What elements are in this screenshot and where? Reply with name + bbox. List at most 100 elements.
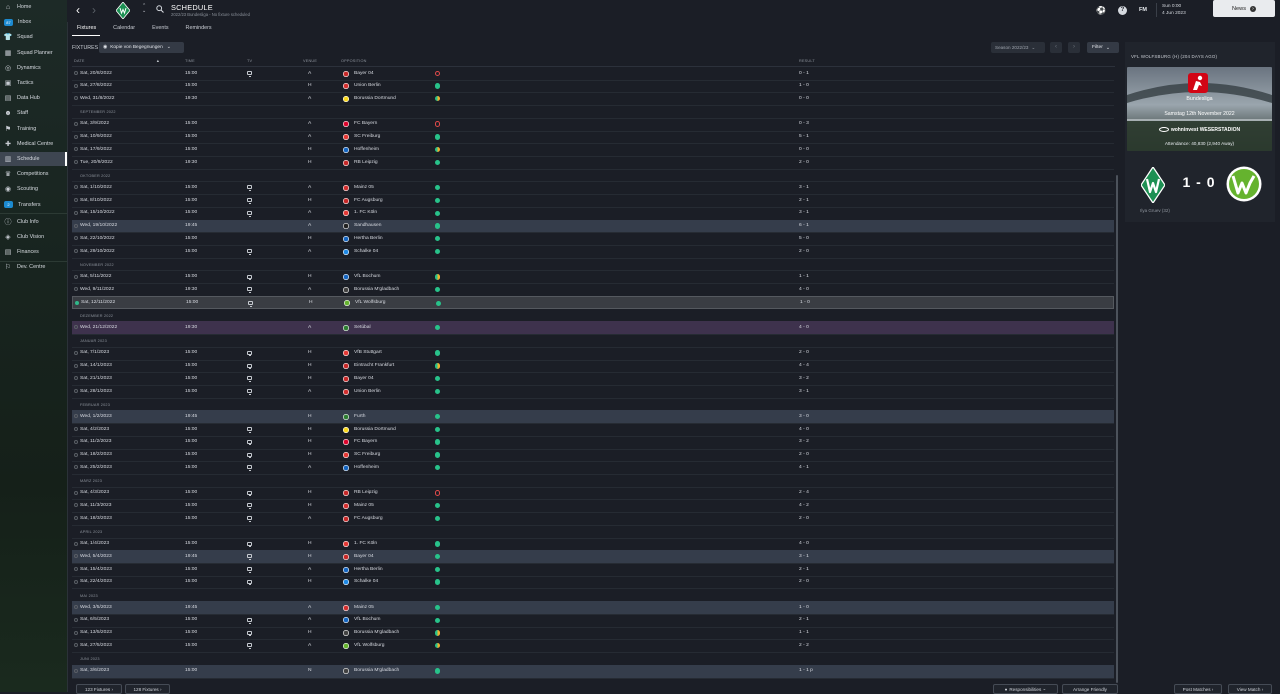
help-icon[interactable]: ? bbox=[1118, 6, 1127, 15]
fixture-opposition[interactable]: Eintracht Frankfurt bbox=[354, 363, 394, 368]
filter-button[interactable]: Filter ⌄ bbox=[1087, 42, 1119, 53]
fixture-row[interactable]: Sat, 4/3/2023 15:00 H RB Leipzig 2 - 4 bbox=[72, 487, 1114, 501]
sidebar-item-transfers[interactable]: 2 Transfers bbox=[0, 198, 67, 212]
view-dropdown[interactable]: ◉ Kopie von Begegnungen ⌄ bbox=[99, 42, 184, 53]
fixture-row[interactable]: Sat, 12/11/2022 15:00 H VfL Wolfsburg 1 - 0 bbox=[72, 295, 1114, 309]
forward-arrow-icon[interactable]: › bbox=[88, 3, 100, 17]
fixture-opposition[interactable]: Bayer 04 bbox=[354, 376, 374, 381]
responsibilities-button[interactable]: ● Responsibilities ⌄ bbox=[993, 684, 1058, 694]
fixture-opposition[interactable]: Borussia M'gladbach bbox=[354, 287, 399, 292]
fixture-opposition[interactable]: Mainz 05 bbox=[354, 605, 374, 610]
fixture-opposition[interactable]: RB Leipzig bbox=[354, 160, 378, 165]
fixture-opposition[interactable]: Hoffenheim bbox=[354, 147, 379, 152]
row-select-radio[interactable] bbox=[74, 210, 78, 215]
wolfsburg-crest-icon[interactable] bbox=[1226, 166, 1262, 202]
row-select-radio[interactable] bbox=[74, 249, 78, 254]
row-select-radio[interactable] bbox=[74, 541, 78, 546]
row-select-radio[interactable] bbox=[74, 579, 78, 584]
fixture-row[interactable]: Sat, 14/1/2023 15:00 H Eintracht Frankfurt 4… bbox=[72, 360, 1114, 374]
row-select-radio[interactable] bbox=[74, 452, 78, 457]
row-select-radio[interactable] bbox=[74, 414, 78, 419]
row-select-radio[interactable] bbox=[74, 465, 78, 470]
fixture-opposition[interactable]: VfB Stuttgart bbox=[354, 350, 382, 355]
fixture-opposition[interactable]: SC Freiburg bbox=[354, 452, 380, 457]
fixture-opposition[interactable]: Furth bbox=[354, 414, 365, 419]
news-button[interactable]: News › bbox=[1213, 0, 1275, 17]
col-time[interactable]: Time bbox=[185, 59, 195, 63]
fixture-row[interactable]: Sat, 25/2/2023 15:00 A Hoffenheim 4 - 1 bbox=[72, 461, 1114, 475]
fixture-row[interactable]: Sat, 1/4/2023 15:00 H 1. FC Köln 4 - 0 bbox=[72, 538, 1114, 552]
row-select-radio[interactable] bbox=[74, 439, 78, 444]
fixture-opposition[interactable]: FC Augsburg bbox=[354, 198, 383, 203]
row-select-radio[interactable] bbox=[74, 185, 78, 190]
fixture-row[interactable]: Wed, 9/11/2022 19:30 A Borussia M'gladbach 4… bbox=[72, 283, 1114, 297]
row-select-radio[interactable] bbox=[74, 71, 78, 75]
fixture-opposition[interactable]: 1. FC Köln bbox=[354, 210, 377, 215]
fixture-opposition[interactable]: SC Freiburg bbox=[354, 134, 380, 139]
fixture-row[interactable]: Sat, 5/11/2022 15:00 H VfL Bochum 1 - 1 bbox=[72, 271, 1114, 285]
row-select-radio[interactable] bbox=[74, 350, 78, 355]
fixture-opposition[interactable]: Borussia M'gladbach bbox=[354, 630, 399, 635]
fixture-opposition[interactable]: Sandhausen bbox=[354, 223, 381, 228]
tab-reminders[interactable]: Reminders bbox=[181, 24, 216, 36]
post-match-button[interactable]: Post Matches › bbox=[1174, 684, 1222, 694]
row-select-radio[interactable] bbox=[74, 554, 78, 559]
tab-calendar[interactable]: Calendar bbox=[108, 24, 139, 36]
fixture-row[interactable]: Sat, 28/1/2023 15:00 A Union Berlin 3 - 1 bbox=[72, 385, 1114, 399]
col-date[interactable]: Date bbox=[74, 59, 85, 63]
fixture-row[interactable]: Sat, 3/6/2023 15:00 N Borussia M'gladbach 1 … bbox=[72, 664, 1114, 679]
fixture-opposition[interactable]: FC Bayern bbox=[354, 121, 377, 126]
sidebar-item-finances[interactable]: ▤ Finances bbox=[0, 245, 67, 259]
col-venue[interactable]: Venue bbox=[303, 59, 317, 63]
row-select-radio[interactable] bbox=[74, 147, 78, 152]
fixture-row[interactable]: Sat, 8/10/2022 15:00 H FC Augsburg 2 - 1 bbox=[72, 194, 1114, 208]
fixture-opposition[interactable]: Union Berlin bbox=[354, 83, 381, 88]
row-select-radio[interactable] bbox=[74, 567, 78, 572]
club-crest-icon[interactable] bbox=[116, 2, 130, 19]
fixture-row[interactable]: Tue, 20/9/2022 19:30 H RB Leipzig 2 - 0 bbox=[72, 156, 1114, 170]
sidebar-item-data-hub[interactable]: ▤ Data Hub bbox=[0, 91, 67, 105]
werder-bremen-crest-icon[interactable] bbox=[1141, 167, 1165, 203]
next-fixtures-button[interactable]: 128 Fixtures › bbox=[125, 684, 170, 694]
row-select-radio[interactable] bbox=[75, 300, 79, 305]
row-select-radio[interactable] bbox=[74, 516, 78, 521]
fixture-row[interactable]: Wed, 31/8/2022 19:30 A Borussia Dortmund 0 -… bbox=[72, 92, 1114, 107]
tab-events[interactable]: Events bbox=[147, 24, 172, 36]
fixture-opposition[interactable]: VfL Bochum bbox=[354, 274, 380, 279]
fixture-opposition[interactable]: Hertha Berlin bbox=[354, 236, 383, 241]
sidebar-item-squad-planner[interactable]: ▦ Squad Planner bbox=[0, 46, 67, 60]
fixture-row[interactable]: Sat, 1/10/2022 15:00 A Mainz 05 3 - 1 bbox=[72, 181, 1114, 196]
sidebar-item-club-info[interactable]: ⓘ Club Info bbox=[0, 215, 67, 229]
fixture-opposition[interactable]: Hertha Berlin bbox=[354, 567, 383, 572]
sidebar-item-dynamics[interactable]: ◎ Dynamics bbox=[0, 61, 67, 75]
fixture-opposition[interactable]: Setúbal bbox=[354, 325, 371, 330]
fixture-opposition[interactable]: Schalke 04 bbox=[354, 249, 378, 254]
fixture-opposition[interactable]: FC Augsburg bbox=[354, 516, 383, 521]
row-select-radio[interactable] bbox=[74, 198, 78, 203]
sidebar-item-medical-centre[interactable]: ✚ Medical Centre bbox=[0, 137, 67, 151]
fixture-row[interactable]: Sat, 29/10/2022 15:00 A Schalke 04 2 - 0 bbox=[72, 245, 1114, 259]
fixture-opposition[interactable]: RB Leipzig bbox=[354, 490, 378, 495]
fixture-opposition[interactable]: 1. FC Köln bbox=[354, 541, 377, 546]
fixture-row[interactable]: Sat, 18/2/2023 15:00 H SC Freiburg 2 - 0 bbox=[72, 449, 1114, 463]
scrollbar[interactable] bbox=[1116, 175, 1118, 683]
fixture-opposition[interactable]: Borussia Dortmund bbox=[354, 427, 396, 432]
row-select-radio[interactable] bbox=[74, 668, 78, 673]
fixture-opposition[interactable]: VfL Bochum bbox=[354, 617, 380, 622]
fixture-row[interactable]: Sat, 11/3/2023 15:00 H Mainz 05 4 - 2 bbox=[72, 499, 1114, 514]
col-result[interactable]: Result bbox=[799, 59, 815, 63]
fixture-row[interactable]: Sat, 20/8/2022 15:00 A Bayer 04 0 - 1 bbox=[72, 67, 1114, 81]
row-select-radio[interactable] bbox=[74, 274, 78, 279]
sidebar-item-squad[interactable]: 👕 Squad bbox=[0, 30, 67, 44]
sidebar-item-schedule[interactable]: ▥ Schedule bbox=[0, 152, 67, 166]
fixture-row[interactable]: Sat, 4/2/2023 15:00 H Borussia Dortmund 4 - … bbox=[72, 423, 1114, 437]
game-date[interactable]: Sun 0:00 4 Jun 2023 bbox=[1162, 3, 1186, 17]
fixture-row[interactable]: Sat, 11/2/2023 15:00 H FC Bayern 3 - 2 bbox=[72, 436, 1114, 450]
row-select-radio[interactable] bbox=[74, 376, 78, 381]
fixture-opposition[interactable]: Bayer 04 bbox=[354, 554, 374, 559]
sidebar-item-inbox[interactable]: 87 Inbox bbox=[0, 15, 67, 29]
sidebar-item-staff[interactable]: ☻ Staff bbox=[0, 106, 67, 120]
match-banner[interactable]: Bundesliga Samstag 12th November 2022 wo… bbox=[1127, 67, 1272, 151]
fixture-opposition[interactable]: Mainz 05 bbox=[354, 503, 374, 508]
row-select-radio[interactable] bbox=[74, 83, 78, 88]
